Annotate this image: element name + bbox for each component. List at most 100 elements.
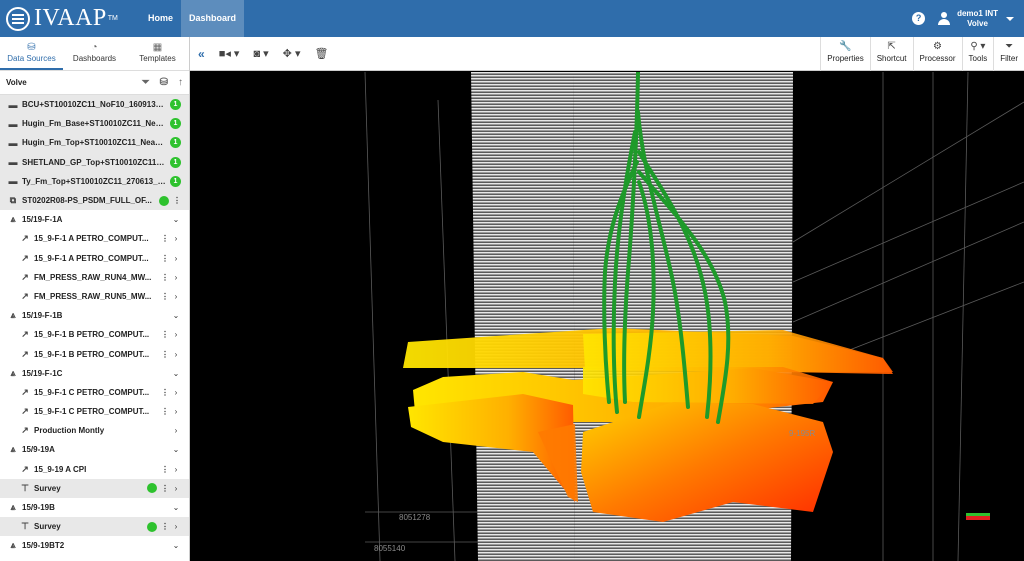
video-camera-icon[interactable]: ■◂ ▾ xyxy=(219,47,240,60)
chevron-down-icon[interactable]: ⌄ xyxy=(171,369,181,378)
chevron-down-icon[interactable]: ⌄ xyxy=(171,541,181,550)
collapse-sidebar-icon[interactable]: « xyxy=(198,47,205,61)
user-menu[interactable]: demo1 INT Volve xyxy=(957,9,998,29)
log-icon: ↗ xyxy=(21,252,29,263)
kebab-menu-icon[interactable]: ⋮ xyxy=(161,484,169,493)
sidebar: ⛁ Data Sources ◔ Dashboards ▦ Templates … xyxy=(0,37,190,561)
move-icon[interactable]: ✥ ▾ xyxy=(283,47,301,60)
tree-item-label: 15/9-19BT2 xyxy=(22,541,65,551)
tree-item[interactable]: ⩓ 15/9-19A ⌄ xyxy=(0,440,189,459)
tree-item-label: 15/19-F-1B xyxy=(22,311,63,321)
tree-child-item[interactable]: ↗ 15_9-F-1 C PETRO_COMPUT... ⋮ › xyxy=(0,402,189,421)
tree-item-label: BCU+ST10010ZC11_NoF10_160913_... xyxy=(22,100,166,110)
tree-child-item[interactable]: ↗ 15_9-F-1 A PETRO_COMPUT... ⋮ › xyxy=(0,229,189,248)
rig-icon: ⩓ xyxy=(10,444,16,455)
chevron-right-icon[interactable]: › xyxy=(171,426,181,435)
kebab-menu-icon[interactable]: ⋮ xyxy=(161,234,169,243)
count-badge: 1 xyxy=(170,118,181,130)
kebab-menu-icon[interactable]: ⋮ xyxy=(161,330,169,339)
3d-viewport[interactable]: 8051278 8055140 9-195R xyxy=(193,72,1024,561)
filter-icon[interactable]: ⏷ xyxy=(142,77,150,88)
kebab-menu-icon[interactable]: ⋮ xyxy=(161,254,169,263)
kebab-menu-icon[interactable]: ⋮ xyxy=(161,292,169,301)
tree-item[interactable]: ⩓ 15/19-F-1B ⌄ xyxy=(0,306,189,325)
tree-child-item[interactable]: ↗ Production Montly › xyxy=(0,421,189,440)
tree-item[interactable]: ▬ Hugin_Fm_Top+ST10010ZC11_Near_... 1 xyxy=(0,133,189,153)
rig-icon: ⩓ xyxy=(10,540,16,551)
database-icon[interactable]: ⛁ xyxy=(160,77,168,88)
chevron-right-icon[interactable]: › xyxy=(171,254,181,263)
tree-item[interactable]: ⩓ 15/9-19BT2 ⌄ xyxy=(0,536,189,555)
chevron-right-icon[interactable]: › xyxy=(171,330,181,339)
chevron-right-icon[interactable]: › xyxy=(171,407,181,416)
tree-item[interactable]: ▬ Ty_Fm_Top+ST10010ZC11_270613_u... 1 xyxy=(0,171,189,191)
kebab-menu-icon[interactable]: ⋮ xyxy=(161,388,169,397)
tree-child-item[interactable]: ↗ 15_9-F-1 B PETRO_COMPUT... ⋮ › xyxy=(0,344,189,363)
tree-child-item[interactable]: ⊤ Survey ⋮ › xyxy=(0,517,189,537)
logo-mark-icon xyxy=(6,6,30,31)
chevron-right-icon[interactable]: › xyxy=(171,234,181,243)
nav-home[interactable]: Home xyxy=(140,0,181,37)
visibility-dot-icon[interactable] xyxy=(159,195,169,206)
help-icon[interactable]: ? xyxy=(912,12,926,25)
chevron-right-icon[interactable]: › xyxy=(171,465,181,474)
tree-item-label: Ty_Fm_Top+ST10010ZC11_270613_u... xyxy=(22,176,166,186)
tree-child-item[interactable]: ↗ 15_9-F-1 B PETRO_COMPUT... ⋮ › xyxy=(0,325,189,344)
upload-icon[interactable]: ↑ xyxy=(178,77,183,88)
scene-canvas[interactable] xyxy=(193,72,1024,561)
chevron-right-icon[interactable]: › xyxy=(171,292,181,301)
shortcut-icon: ⇱ xyxy=(887,40,896,52)
kebab-menu-icon[interactable]: ⋮ xyxy=(173,196,181,205)
tree-child-item[interactable]: ↗ 15_9-19 A CPI ⋮ › xyxy=(0,460,189,479)
chevron-right-icon[interactable]: › xyxy=(171,388,181,397)
tree-child-item[interactable]: ↗ FM_PRESS_RAW_RUN5_MW... ⋮ › xyxy=(0,287,189,306)
tree-child-item[interactable]: ⊤ Survey ⋮ › xyxy=(0,478,189,498)
chevron-right-icon[interactable]: › xyxy=(171,273,181,282)
tree-child-item[interactable]: ↗ FM_PRESS_RAW_RUN4_MW... ⋮ › xyxy=(0,268,189,287)
chevron-down-icon[interactable]: ⌄ xyxy=(171,503,181,512)
trash-icon[interactable]: 🗑 xyxy=(314,47,328,60)
tree-child-item[interactable]: ↗ 15_9-F-1 A PETRO_COMPUT... ⋮ › xyxy=(0,249,189,268)
camera-icon[interactable]: ◙ ▾ xyxy=(253,47,268,60)
tab-data-sources[interactable]: ⛁ Data Sources xyxy=(0,37,63,70)
user-icon[interactable] xyxy=(937,11,951,26)
properties-button[interactable]: 🔧 Properties xyxy=(820,36,869,71)
chevron-down-icon[interactable]: ⌄ xyxy=(171,215,181,224)
shortcut-button[interactable]: ⇱ Shortcut xyxy=(869,36,913,71)
chevron-down-icon[interactable]: ⌄ xyxy=(171,311,181,320)
visibility-dot-icon[interactable] xyxy=(147,521,157,532)
processor-button[interactable]: ⚙ Processor xyxy=(912,36,962,71)
tree-child-item[interactable]: ↗ 15_9-F-1 C PETRO_COMPUT... ⋮ › xyxy=(0,383,189,402)
tree-item[interactable]: ▬ BCU+ST10010ZC11_NoF10_160913_... 1 xyxy=(0,95,189,115)
kebab-menu-icon[interactable]: ⋮ xyxy=(161,273,169,282)
nav-dashboard[interactable]: Dashboard xyxy=(181,0,245,37)
tree-item[interactable]: ⩓ 15/9-19B ⌄ xyxy=(0,498,189,517)
chevron-down-icon[interactable]: ⌄ xyxy=(171,445,181,454)
tree-item[interactable]: ⧉ ST0202R08-PS_PSDM_FULL_OF... ⋮ xyxy=(0,190,189,211)
tools-button[interactable]: ⚲ ▾ Tools xyxy=(961,36,994,71)
kebab-menu-icon[interactable]: ⋮ xyxy=(161,350,169,359)
tab-dashboards[interactable]: ◔ Dashboards xyxy=(63,37,126,70)
top-bar: IVAAP TM Home Dashboard ? demo1 INT Volve xyxy=(0,0,1024,37)
chevron-right-icon[interactable]: › xyxy=(171,350,181,359)
user-menu-caret-icon[interactable] xyxy=(1006,16,1014,21)
tree-item[interactable]: ▬ SHETLAND_GP_Top+ST10010ZC11_... 1 xyxy=(0,152,189,172)
kebab-menu-icon[interactable]: ⋮ xyxy=(161,522,169,531)
tree-item[interactable]: ⩓ 15/19-F-1A ⌄ xyxy=(0,210,189,229)
tree-item[interactable]: ⩓ 15/19-F-1C ⌄ xyxy=(0,364,189,383)
seismic-section-left[interactable] xyxy=(471,72,575,561)
tab-templates[interactable]: ▦ Templates xyxy=(126,37,189,70)
tree-item-label: Production Montly xyxy=(34,426,105,436)
count-badge: 1 xyxy=(170,137,181,149)
orientation-cube-icon[interactable] xyxy=(966,513,990,520)
chevron-right-icon[interactable]: › xyxy=(171,484,181,493)
app-logo[interactable]: IVAAP TM xyxy=(0,5,140,32)
filter-button[interactable]: ⏷ Filter xyxy=(993,36,1024,71)
tree-item[interactable]: ▬ Hugin_Fm_Base+ST10010ZC11_Near... 1 xyxy=(0,114,189,134)
visibility-dot-icon[interactable] xyxy=(147,483,157,494)
user-project: Volve xyxy=(967,18,988,28)
chevron-right-icon[interactable]: › xyxy=(171,522,181,531)
surface-icon: ▬ xyxy=(8,137,18,148)
kebab-menu-icon[interactable]: ⋮ xyxy=(161,407,169,416)
kebab-menu-icon[interactable]: ⋮ xyxy=(161,465,169,474)
